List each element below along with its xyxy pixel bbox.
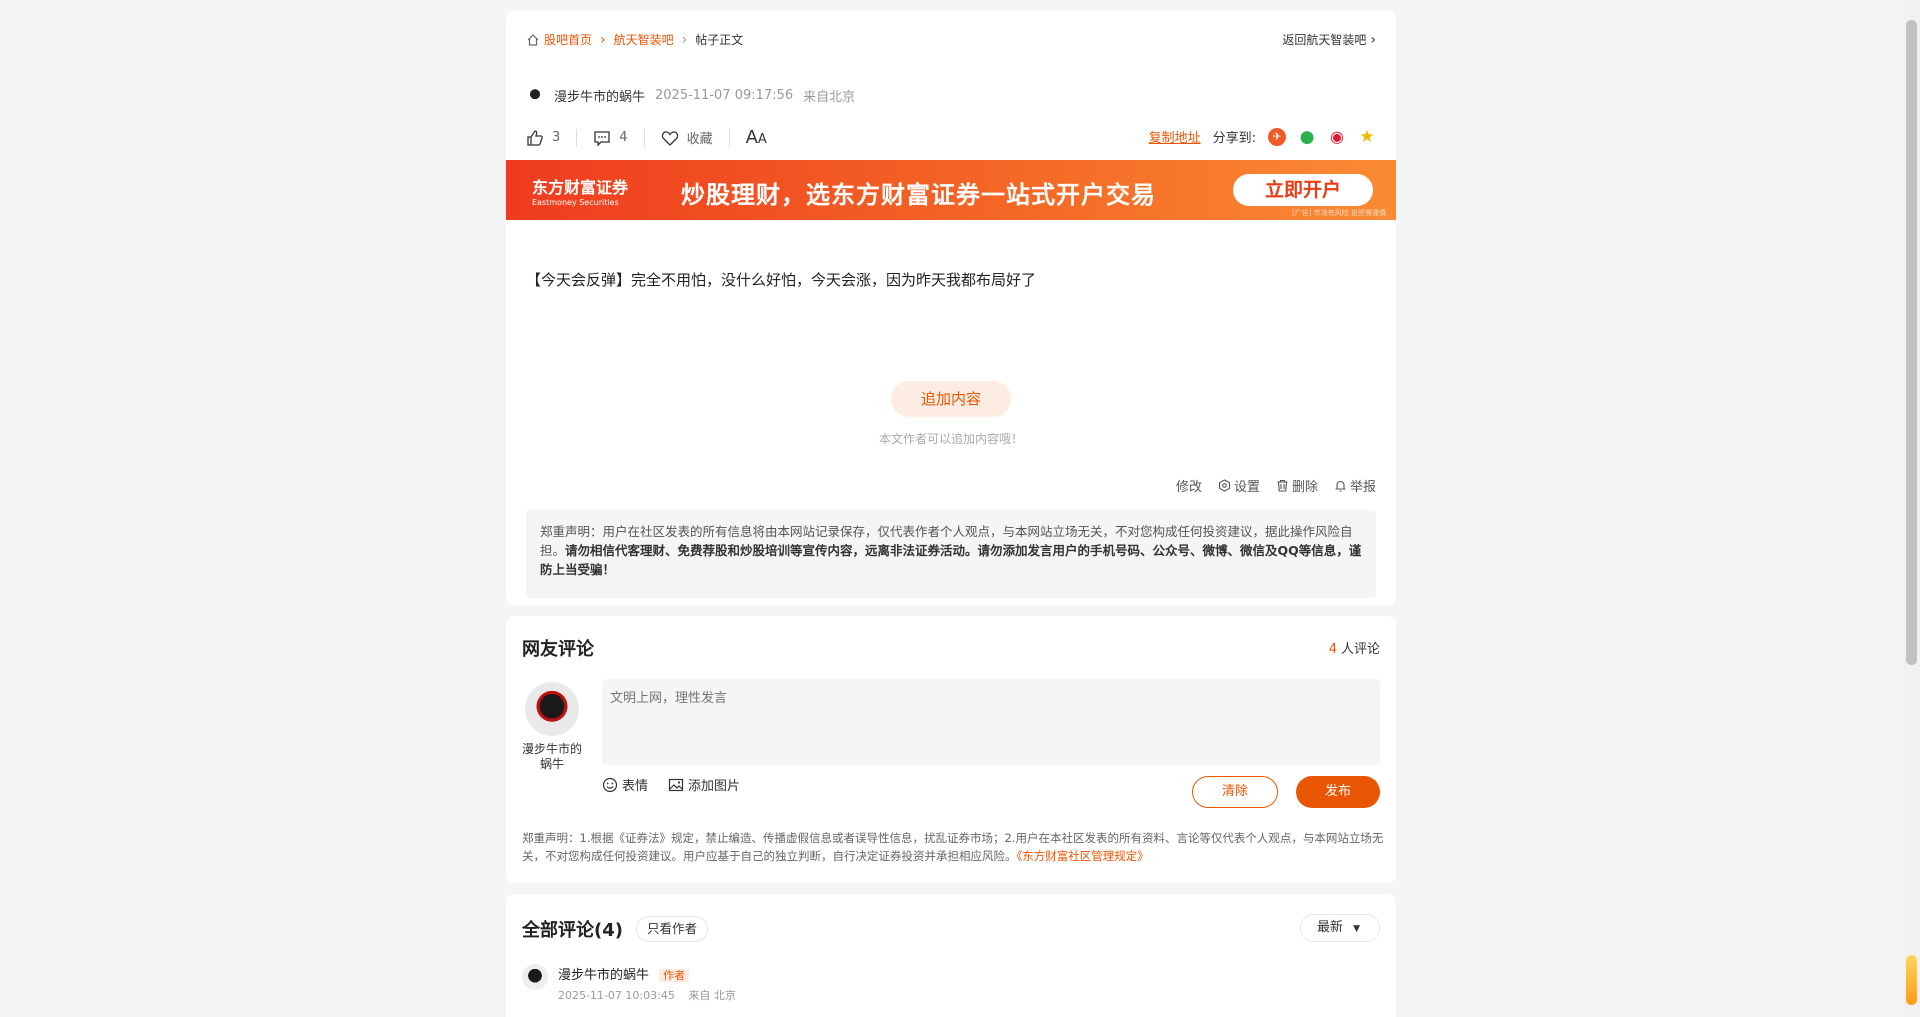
star-share-icon[interactable]: ★ bbox=[1358, 127, 1376, 147]
bell-icon bbox=[1334, 479, 1347, 492]
clear-button[interactable]: 清除 bbox=[1192, 776, 1278, 808]
only-author-toggle[interactable]: 只看作者 bbox=[636, 916, 709, 942]
breadcrumb: 股吧首页 › 航天智装吧 › 帖子正文 bbox=[526, 31, 743, 48]
home-icon[interactable] bbox=[526, 33, 540, 47]
sort-select[interactable]: 最新 ▼ bbox=[1300, 914, 1380, 942]
toutiao-share-icon[interactable]: ✈ bbox=[1268, 127, 1286, 146]
post-location: 来自北京 bbox=[803, 90, 856, 105]
delete-button[interactable]: 删除 bbox=[1276, 476, 1318, 495]
emoji-button[interactable]: 表情 bbox=[602, 775, 648, 794]
page-scrollbar[interactable] bbox=[1903, 0, 1920, 1017]
comment-meta: 2025-11-07 10:03:45 来自 北京 bbox=[558, 989, 736, 1002]
current-user: 漫步牛市的蜗牛 bbox=[522, 682, 582, 772]
breadcrumb-current: 帖子正文 bbox=[695, 33, 744, 47]
all-comments-card: 全部评论(4) 只看作者 最新 ▼ 漫步牛市的蜗牛 作者 2025-11-07 … bbox=[506, 894, 1396, 1017]
open-account-button[interactable]: 立即开户 bbox=[1233, 174, 1373, 206]
comment-input[interactable] bbox=[602, 679, 1380, 765]
post-author-row: 漫步牛市的蜗牛 2025-11-07 09:17:56 来自北京 bbox=[526, 86, 855, 105]
favorite-button[interactable]: 收藏 bbox=[661, 128, 730, 147]
report-button[interactable]: 举报 bbox=[1334, 476, 1376, 495]
font-size-toggle[interactable]: AA bbox=[746, 127, 783, 148]
gear-icon bbox=[1218, 479, 1231, 492]
font-size-icon: AA bbox=[745, 127, 767, 148]
publish-button[interactable]: 发布 bbox=[1296, 776, 1380, 808]
comments-title: 网友评论 bbox=[522, 639, 594, 660]
scroll-highlight bbox=[1906, 955, 1917, 1005]
author-badge: 作者 bbox=[659, 969, 690, 982]
trash-icon bbox=[1276, 479, 1289, 492]
ad-slogan: 炒股理财，选东方财富证券一站式开户交易 bbox=[681, 181, 1156, 209]
user-name: 漫步牛市的蜗牛 bbox=[522, 742, 583, 771]
comment-button[interactable]: 4 bbox=[593, 128, 645, 147]
commenter-name[interactable]: 漫步牛市的蜗牛 bbox=[558, 968, 649, 983]
comment-count: 4 bbox=[619, 130, 628, 145]
breadcrumb-home[interactable]: 股吧首页 bbox=[544, 31, 592, 48]
scrollbar-thumb[interactable] bbox=[1906, 20, 1917, 665]
wechat-share-icon[interactable]: ● bbox=[1298, 127, 1316, 147]
post-content: 【今天会反弹】完全不用怕，没什么好怕，今天会涨，因为昨天我都布局好了 bbox=[526, 271, 1037, 289]
commenter-avatar[interactable] bbox=[522, 964, 548, 990]
back-link-label: 返回航天智装吧 bbox=[1282, 33, 1367, 47]
edit-button[interactable]: 修改 bbox=[1176, 476, 1202, 495]
comment-disclaimer: 郑重声明：1.根据《证券法》规定，禁止编造、传播虚假信息或者误导性信息，扰乱证券… bbox=[522, 831, 1384, 863]
image-icon bbox=[668, 777, 684, 793]
post-card: 股吧首页 › 航天智装吧 › 帖子正文 返回航天智装吧 › 漫步牛市的蜗牛 20… bbox=[506, 10, 1396, 605]
add-image-button[interactable]: 添加图片 bbox=[668, 775, 740, 794]
weibo-share-icon[interactable]: ◉ bbox=[1328, 127, 1346, 146]
share-label: 分享到: bbox=[1212, 131, 1256, 146]
like-count: 3 bbox=[552, 130, 561, 145]
post-ops: 修改 设置 删除 举报 bbox=[1176, 476, 1376, 495]
ad-tag: [广告] 市场有风险 投资需谨慎 bbox=[1292, 209, 1386, 217]
share-bar: 复制地址 分享到: ✈ ● ◉ ★ bbox=[1149, 127, 1376, 147]
comment-tools: 表情 添加图片 bbox=[602, 775, 740, 794]
ad-banner[interactable]: 东方财富证券 Eastmoney Securities 炒股理财，选东方财富证券一… bbox=[506, 160, 1396, 220]
thumbs-up-icon bbox=[526, 129, 544, 147]
like-button[interactable]: 3 bbox=[526, 128, 578, 147]
chevron-right-icon: › bbox=[681, 31, 688, 48]
smiley-icon bbox=[602, 777, 618, 793]
chevron-right-icon: › bbox=[600, 31, 606, 48]
copy-link[interactable]: 复制地址 bbox=[1149, 127, 1201, 146]
post-actions: 3 4 收藏 AA bbox=[526, 127, 799, 148]
favorite-label: 收藏 bbox=[686, 132, 713, 147]
heart-icon bbox=[661, 129, 679, 147]
all-comments-title: 全部评论(4) bbox=[522, 920, 623, 941]
back-link[interactable]: 返回航天智装吧 › bbox=[1282, 31, 1376, 48]
rules-link[interactable]: 《东方财富社区管理规定》 bbox=[1017, 849, 1149, 863]
comments-count: 4 人评论 bbox=[1328, 642, 1380, 657]
author-avatar[interactable] bbox=[526, 86, 544, 105]
ad-logo: 东方财富证券 Eastmoney Securities bbox=[532, 178, 629, 207]
author-name[interactable]: 漫步牛市的蜗牛 bbox=[554, 86, 645, 105]
post-time: 2025-11-07 09:17:56 bbox=[655, 88, 794, 103]
post-disclaimer: 郑重声明：用户在社区发表的所有信息将由本网站记录保存，仅代表作者个人观点，与本网… bbox=[526, 510, 1376, 598]
comment-icon bbox=[593, 129, 611, 147]
user-avatar[interactable] bbox=[525, 682, 579, 736]
chevron-right-icon: › bbox=[1370, 31, 1376, 48]
caret-down-icon: ▼ bbox=[1353, 924, 1361, 934]
comment-item: 漫步牛市的蜗牛 作者 2025-11-07 10:03:45 来自 北京 bbox=[522, 964, 736, 1003]
append-hint: 本文作者可以追加内容哦！ bbox=[878, 432, 1023, 446]
append-content-button[interactable]: 追加内容 bbox=[891, 381, 1011, 417]
comment-card: 网友评论 4人评论 漫步牛市的蜗牛 表情 添加图片 清除 发布 郑重声明：1.根… bbox=[506, 616, 1396, 883]
breadcrumb-bar[interactable]: 航天智装吧 bbox=[614, 31, 674, 48]
settings-button[interactable]: 设置 bbox=[1218, 476, 1260, 495]
